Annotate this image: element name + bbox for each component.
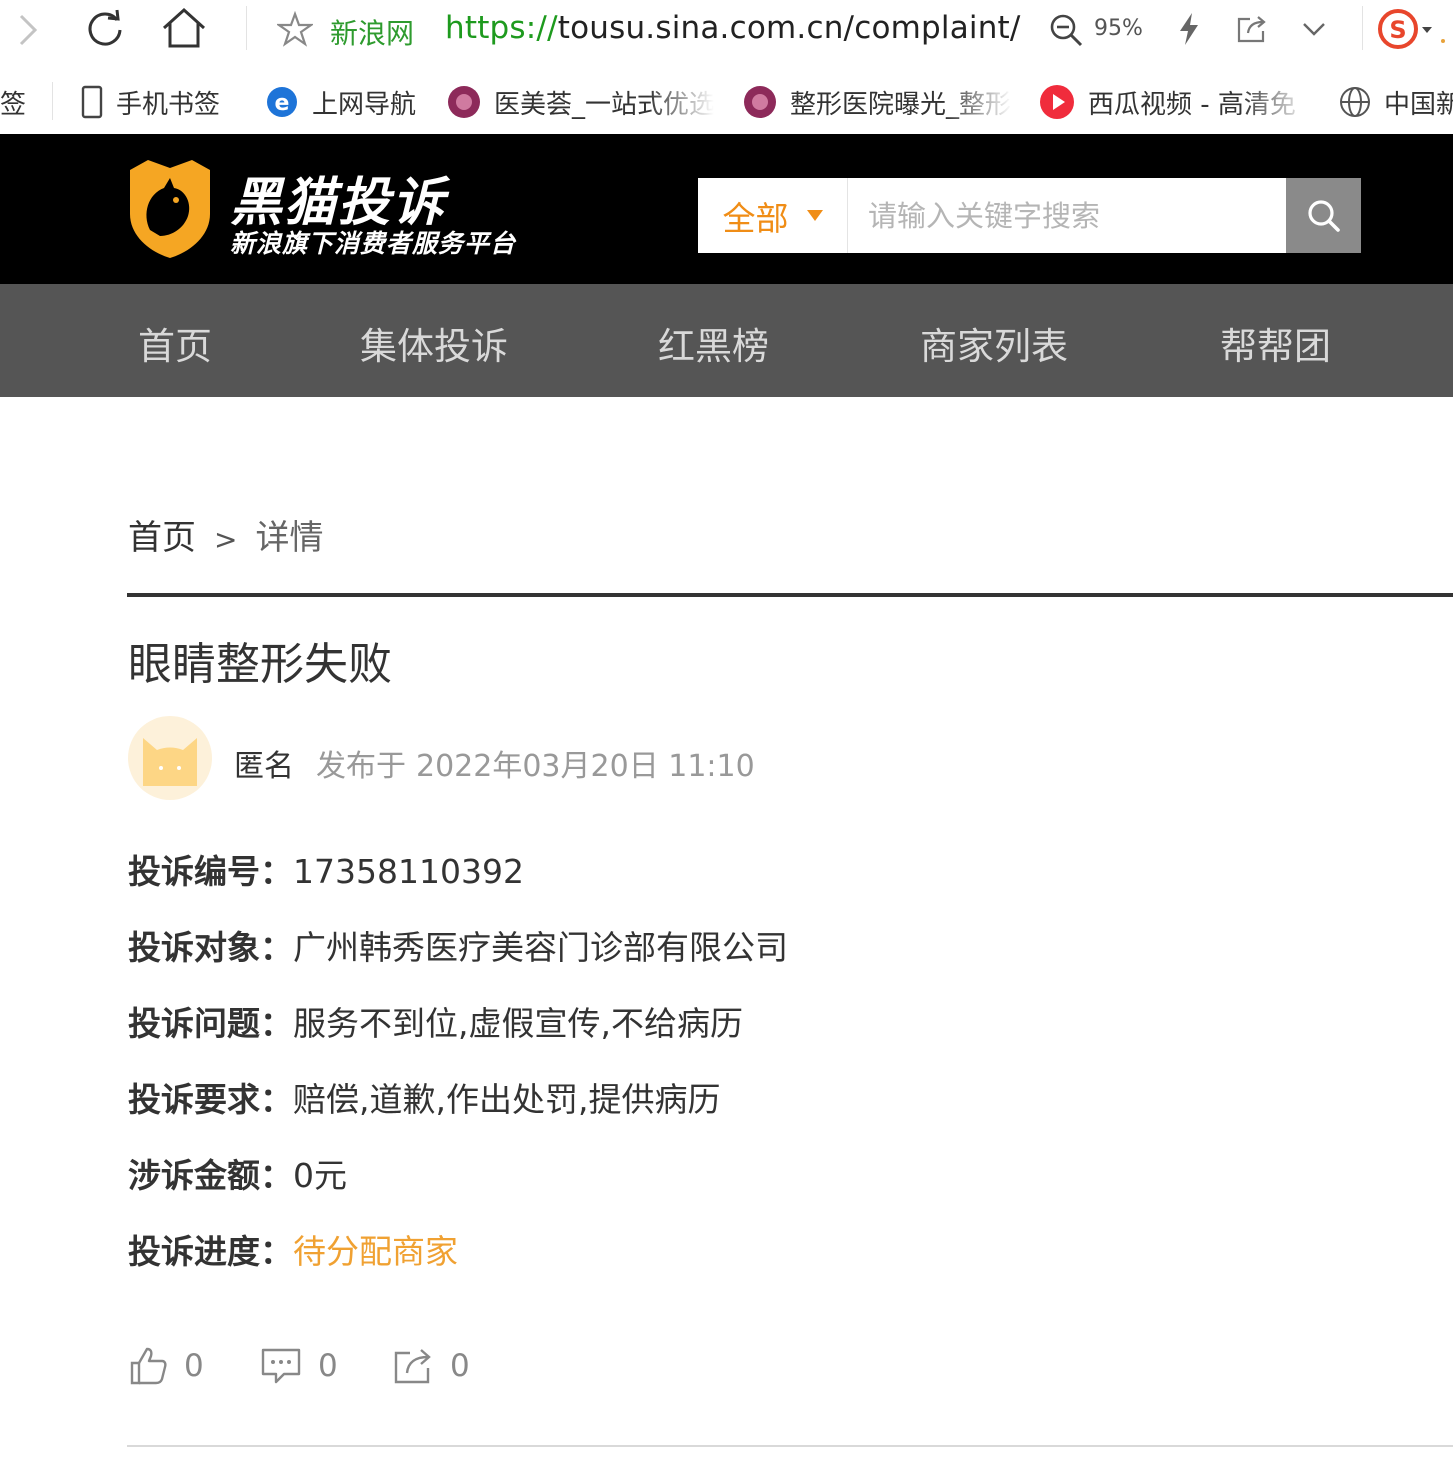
bookmark-label: 西瓜视频 - 高清免 [1088,89,1296,120]
address-bar-url[interactable]: https://tousu.sina.com.cn/complaint/ [445,10,1021,46]
sogou-icon[interactable]: S [1374,6,1448,52]
nav-item-help-group[interactable]: 帮帮团 [1220,316,1331,370]
svg-text:e: e [275,91,290,116]
bookmark-item-china[interactable]: 中国新 [1338,84,1453,120]
bookmark-label: 上网导航 [312,89,417,120]
bookmark-label: 中国新 [1384,89,1453,120]
info-row-complaint-amount: 涉诉金额：0元 [128,1149,347,1197]
nav-item-home[interactable]: 首页 [138,316,212,370]
address-site-name[interactable]: 新浪网 [330,12,414,52]
url-scheme: https:// [445,10,558,46]
bookmark-item-xigua[interactable]: 西瓜视频 - 高清免 [1038,84,1308,120]
search-category-select[interactable]: 全部 [698,178,848,253]
cat-avatar-icon [143,738,197,786]
bookmark-item-partial[interactable]: 签 [0,84,40,120]
author-name: 匿名 [234,749,294,784]
nav-item-red-black-list[interactable]: 红黑榜 [658,316,769,370]
breadcrumb-current: 详情 [255,518,324,558]
info-label: 涉诉金额： [128,1156,293,1195]
posted-prefix: 发布于 [316,749,406,784]
breadcrumb: 首页 > 详情 [128,510,323,559]
black-cat-logo-icon[interactable] [126,156,214,264]
phone-icon [80,85,104,119]
info-label: 投诉进度： [128,1232,293,1271]
bookmark-item-nav[interactable]: e 上网导航 [264,84,434,120]
posted-date: 2022年03月20日 11:10 [416,749,755,784]
share-count: 0 [450,1348,470,1384]
nav-item-group-complaints[interactable]: 集体投诉 [360,316,508,370]
like-count: 0 [184,1348,204,1384]
thumbs-up-icon [130,1347,167,1385]
like-button[interactable]: 0 [128,1346,204,1386]
caret-down-icon [806,210,823,221]
breadcrumb-separator: > [214,523,238,556]
svg-text:S: S [1389,16,1406,44]
posted-time: 发布于 2022年03月20日 11:10 [316,741,755,785]
browser-toolbar: 新浪网 https://tousu.sina.com.cn/complaint/… [0,0,1453,62]
search-icon [1307,199,1340,232]
info-value: 服务不到位,虚假宣传,不给病历 [293,1004,743,1043]
share-button[interactable]: 0 [392,1346,470,1386]
refresh-icon[interactable] [82,6,128,52]
comment-icon [261,1348,301,1384]
bookmark-item-mobile[interactable]: 手机书签 [80,84,250,120]
comment-button[interactable]: 0 [260,1346,338,1386]
info-row-complaint-demand: 投诉要求：赔偿,道歉,作出处罚,提供病历 [128,1073,720,1121]
logo-subtitle: 新浪旗下消费者服务平台 [230,229,517,258]
share-icon [394,1349,431,1384]
bookmark-label: 整形医院曝光_整形 [790,89,1012,120]
status-badge: 待分配商家 [293,1232,458,1271]
ie-icon: e [264,84,300,120]
info-value: 17358110392 [293,852,524,891]
info-row-complaint-id: 投诉编号：17358110392 [128,845,524,893]
search-box: 全部 [698,178,1361,253]
globe-icon [1338,85,1372,119]
info-label: 投诉要求： [128,1080,293,1119]
home-icon[interactable] [160,4,208,52]
info-row-complaint-issue: 投诉问题：服务不到位,虚假宣传,不给病历 [128,997,743,1045]
favorite-star-icon[interactable] [276,10,314,48]
bookmark-label: 医美荟_一站式优选 [494,89,714,120]
info-value[interactable]: 广州韩秀医疗美容门诊部有限公司 [293,928,788,967]
complaint-title: 眼睛整形失败 [128,639,392,690]
avatar [128,716,212,800]
zoom-level[interactable]: 95% [1094,16,1143,41]
comment-count: 0 [318,1348,338,1384]
nav-item-merchant-list[interactable]: 商家列表 [920,316,1068,370]
xigua-icon [1038,84,1076,120]
info-label: 投诉对象： [128,928,293,967]
info-value: 0元 [293,1156,347,1195]
yimeihui-icon [742,84,778,120]
search-category-label: 全部 [722,198,789,238]
bookmarks-bar: 签 手机书签 e 上网导航 医美荟_一站式优选 整形医院曝光_整形 西瓜视频 -… [0,70,1453,134]
info-row-complaint-progress: 投诉进度：待分配商家 [128,1225,458,1273]
breadcrumb-home[interactable]: 首页 [128,518,196,558]
chevron-down-icon[interactable] [1296,12,1332,46]
info-value: 赔偿,道歉,作出处罚,提供病历 [293,1080,721,1119]
main-nav: 首页 集体投诉 红黑榜 商家列表 帮帮团 [0,284,1453,397]
share-page-icon[interactable] [1234,12,1270,46]
bookmark-label: 手机书签 [116,89,221,120]
bookmark-label: 签 [0,89,27,120]
forward-icon[interactable] [6,10,46,50]
bookmark-item-yimeihui[interactable]: 医美荟_一站式优选 [446,84,716,120]
footer-divider [127,1445,1453,1447]
url-path: tousu.sina.com.cn/complaint/ [557,10,1021,46]
search-input[interactable] [850,178,1286,253]
yimeihui-icon [446,84,482,120]
info-row-complaint-target: 投诉对象：广州韩秀医疗美容门诊部有限公司 [128,921,788,969]
site-header: 黑猫投诉 新浪旗下消费者服务平台 全部 [0,134,1453,284]
bookmark-item-hospital[interactable]: 整形医院曝光_整形 [742,84,1014,120]
info-label: 投诉编号： [128,852,293,891]
title-divider [127,593,1453,597]
search-button[interactable] [1286,178,1361,253]
lightning-icon[interactable] [1174,10,1204,48]
info-label: 投诉问题： [128,1004,293,1043]
zoom-out-icon[interactable] [1046,10,1086,50]
